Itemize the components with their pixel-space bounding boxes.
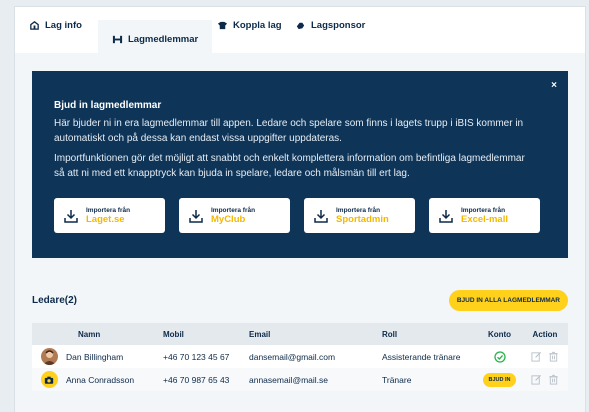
invite-all-button[interactable]: BJUD IN ALLA LAGMEDLEMMAR [448, 290, 568, 311]
tab-label: Lag info [45, 20, 82, 31]
banner-paragraph: Här bjuder ni in era lagmedlemmar till a… [54, 118, 524, 144]
tab-lag-info[interactable]: Lag info [29, 20, 82, 53]
import-myclub-button[interactable]: Importera från MyClub [179, 198, 290, 233]
trash-icon[interactable] [548, 351, 559, 362]
import-label: Importera från Sportadmin [336, 207, 389, 225]
close-icon[interactable]: × [551, 80, 557, 91]
leader-name: Anna Conradsson [66, 374, 135, 385]
table-header: Namn Mobil Email Roll Konto Action [32, 323, 568, 345]
import-sportadmin-button[interactable]: Importera från Sportadmin [304, 198, 415, 233]
person-photo-icon [42, 350, 56, 365]
leaders-table: Namn Mobil Email Roll Konto Action Dan B… [32, 323, 568, 391]
banner-description: Här bjuder ni in era lagmedlemmar till a… [54, 116, 534, 181]
import-label: Importera från Laget.se [86, 207, 130, 225]
import-label: Importera från Excel-mall [461, 207, 508, 225]
invite-button[interactable]: BJUD IN [483, 372, 516, 387]
import-laget-button[interactable]: Importera från Laget.se [54, 198, 165, 233]
download-icon [189, 209, 203, 223]
avatar-cell [32, 348, 66, 365]
tab-lagmedlemmar[interactable]: Lagmedlemmar [98, 20, 213, 53]
link-team-icon [217, 21, 228, 30]
leader-email: dansemail@gmail.com [249, 351, 336, 362]
import-prefix: Importera från [86, 206, 131, 214]
account-status: BJUD IN [477, 372, 522, 387]
download-icon [314, 209, 328, 223]
check-circle-icon [493, 350, 506, 363]
import-source: Excel-mall [461, 213, 508, 225]
trash-icon[interactable] [548, 374, 559, 385]
leader-mobile: +46 70 123 45 67 [163, 351, 230, 362]
import-buttons: Importera från Laget.se Importera från M… [54, 198, 540, 233]
header-action: Action [532, 329, 558, 339]
import-source: MyClub [211, 213, 246, 225]
header-name: Namn [78, 329, 101, 339]
row-actions [522, 351, 568, 362]
team-info-icon [30, 21, 39, 30]
header-mobile: Mobil [163, 329, 184, 339]
import-prefix: Importera från [461, 206, 506, 214]
row-actions [522, 374, 568, 385]
import-label: Importera från MyClub [211, 207, 255, 225]
tab-bar: Lag info Lagmedlemmar Koppla lag Lagspon… [15, 7, 585, 53]
invite-info-banner: × Bjud in lagmedlemmar Här bjuder ni in … [32, 71, 568, 258]
leader-mobile: +46 70 987 65 43 [163, 374, 230, 385]
edit-icon[interactable] [531, 351, 542, 362]
leader-role: Assisterande tränare [382, 351, 461, 362]
leader-name: Dan Billingham [66, 351, 124, 362]
header-email: Email [249, 329, 271, 339]
camera-icon [44, 376, 54, 384]
avatar [40, 348, 58, 365]
download-icon [64, 209, 78, 223]
tab-label: Lagmedlemmar [128, 34, 199, 45]
banner-title: Bjud in lagmedlemmar [54, 100, 162, 111]
app-frame: Lag info Lagmedlemmar Koppla lag Lagspon… [14, 6, 586, 412]
banner-paragraph: Importfunktionen gör det möjligt att sna… [54, 153, 525, 179]
edit-icon[interactable] [531, 374, 542, 385]
table-row: Dan Billingham +46 70 123 45 67 dansemai… [32, 345, 568, 368]
avatar-cell [32, 371, 66, 388]
leader-role: Tränare [382, 374, 412, 385]
tab-koppla-lag[interactable]: Koppla lag [217, 20, 282, 53]
import-source: Sportadmin [336, 213, 389, 225]
avatar[interactable] [40, 371, 58, 388]
import-source: Laget.se [86, 213, 125, 225]
sponsor-icon [296, 22, 305, 30]
leader-email: annasemail@mail.se [249, 374, 329, 385]
table-row: Anna Conradsson +46 70 987 65 43 annasem… [32, 368, 568, 391]
leaders-heading: Ledare(2) [32, 295, 78, 306]
team-members-icon [112, 35, 123, 44]
header-account: Konto [487, 329, 512, 339]
import-prefix: Importera från [211, 206, 256, 214]
header-role: Roll [382, 329, 398, 339]
import-prefix: Importera från [336, 206, 381, 214]
download-icon [439, 209, 453, 223]
tab-label: Lagsponsor [311, 20, 366, 31]
import-excel-button[interactable]: Importera från Excel-mall [429, 198, 540, 233]
tab-lagsponsor[interactable]: Lagsponsor [295, 20, 365, 53]
account-status [477, 350, 522, 363]
tab-label: Koppla lag [233, 20, 282, 31]
